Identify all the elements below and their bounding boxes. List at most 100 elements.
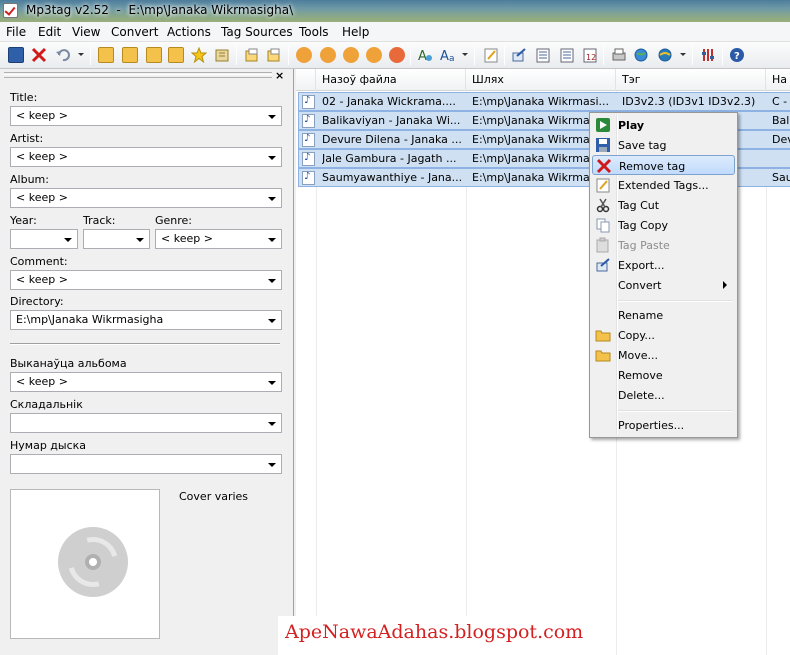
chevron-down-icon[interactable] <box>268 279 276 283</box>
favorite-folder-icon[interactable] <box>146 47 162 63</box>
column-path[interactable]: Шлях <box>466 69 616 91</box>
menu-item-properties[interactable]: Properties... <box>592 415 735 435</box>
chevron-down-icon[interactable] <box>268 197 276 201</box>
chevron-down-icon[interactable] <box>64 238 72 242</box>
close-panel-icon[interactable]: × <box>275 69 284 82</box>
cell-filename: 02 - Janaka Wickrama.... <box>322 95 456 108</box>
refresh-folder-icon[interactable] <box>168 47 184 63</box>
genre-field[interactable]: < keep > <box>155 229 282 249</box>
toolbar-separator <box>474 46 475 65</box>
menu-item-tag-cut[interactable]: Tag Cut <box>592 195 735 215</box>
title-label: Title: <box>10 91 38 104</box>
menu-item-remove-tag[interactable]: Remove tag <box>592 155 735 175</box>
header-icon-column[interactable] <box>296 69 316 91</box>
change-directory-icon[interactable] <box>98 47 114 63</box>
menu-view[interactable]: View <box>72 25 100 39</box>
save-icon[interactable] <box>8 47 24 63</box>
chevron-down-icon[interactable] <box>268 115 276 119</box>
menu-tools[interactable]: Tools <box>299 25 329 39</box>
cell-title: Sau <box>772 171 790 184</box>
list-header: Назоў файла Шлях Тэг На <box>296 69 790 91</box>
playlist-icon[interactable] <box>535 47 551 63</box>
folder-icon <box>595 330 611 342</box>
column-filename[interactable]: Назоў файла <box>316 69 466 91</box>
menu-edit[interactable]: Edit <box>38 25 61 39</box>
undo-dropdown-icon[interactable] <box>78 53 84 56</box>
chevron-down-icon[interactable] <box>268 156 276 160</box>
menu-tag-sources[interactable]: Tag Sources <box>221 25 293 39</box>
album-field[interactable]: < keep > <box>10 188 282 208</box>
options-icon[interactable] <box>700 47 716 63</box>
menu-item-move[interactable]: Move... <box>592 345 735 365</box>
menu-actions[interactable]: Actions <box>167 25 211 39</box>
menu-item-copy[interactable]: Copy... <box>592 325 735 345</box>
star-icon[interactable] <box>190 46 208 64</box>
undo-icon[interactable] <box>55 47 71 63</box>
remove-tag-icon[interactable] <box>31 47 47 63</box>
extended-tags-icon[interactable] <box>483 47 499 63</box>
tag-tag-icon[interactable] <box>366 47 382 63</box>
title-field[interactable]: < keep > <box>10 106 282 126</box>
audio-file-icon <box>302 133 315 147</box>
playlist-selected-icon[interactable] <box>559 47 575 63</box>
directory-field[interactable]: E:\mp\Janaka Wikrmasigha <box>10 310 282 330</box>
chevron-down-icon[interactable] <box>136 238 144 242</box>
autonumbering-icon[interactable]: A <box>417 47 433 64</box>
numbering-icon[interactable]: 12 <box>582 47 598 63</box>
freedb-icon[interactable] <box>657 47 673 63</box>
case-conversion-icon[interactable]: Aa <box>440 47 456 64</box>
copy-tag-icon[interactable] <box>244 47 260 63</box>
add-directory-icon[interactable] <box>122 47 138 63</box>
menu-item-extended-tags[interactable]: Extended Tags... <box>592 175 735 195</box>
filter-icon[interactable] <box>214 47 230 63</box>
composer-field[interactable] <box>10 413 282 433</box>
chevron-down-icon[interactable] <box>268 381 276 385</box>
app-icon <box>3 3 18 18</box>
track-field[interactable] <box>83 229 150 249</box>
menu-item-remove[interactable]: Remove <box>592 365 735 385</box>
web-sources-icon[interactable] <box>633 47 649 63</box>
album-artist-field[interactable]: < keep > <box>10 372 282 392</box>
tag-filename-icon[interactable] <box>296 47 312 63</box>
filename-tag-icon[interactable] <box>320 47 336 63</box>
svg-text:A: A <box>418 49 427 63</box>
disc-number-field[interactable] <box>10 454 282 474</box>
svg-text:A: A <box>440 49 449 63</box>
menu-convert[interactable]: Convert <box>111 25 158 39</box>
menu-item-convert[interactable]: Convert <box>592 275 735 295</box>
column-tag[interactable]: Тэг <box>616 69 766 91</box>
menu-item-delete[interactable]: Delete... <box>592 385 735 405</box>
context-menu: Play Save tag Remove tag Extended Tags..… <box>589 112 738 438</box>
panel-divider <box>10 343 280 345</box>
year-field[interactable] <box>10 229 78 249</box>
chevron-down-icon[interactable] <box>268 422 276 426</box>
menu-item-save-tag[interactable]: Save tag <box>592 135 735 155</box>
print-icon[interactable] <box>611 47 627 63</box>
web-sources-dropdown-icon[interactable] <box>680 53 686 56</box>
paste-tag-icon[interactable] <box>266 47 282 63</box>
scissors-icon <box>596 198 610 213</box>
artist-field[interactable]: < keep > <box>10 147 282 167</box>
column-title[interactable]: На <box>766 69 790 91</box>
chevron-down-icon[interactable] <box>268 319 276 323</box>
menu-file[interactable]: File <box>6 25 26 39</box>
menu-item-tag-copy[interactable]: Tag Copy <box>592 215 735 235</box>
panel-grip[interactable] <box>4 72 272 78</box>
menu-help[interactable]: Help <box>342 25 369 39</box>
menu-item-label: Export... <box>618 259 665 272</box>
audio-file-icon <box>302 95 315 109</box>
menu-item-rename[interactable]: Rename <box>592 305 735 325</box>
menu-item-play[interactable]: Play <box>592 115 735 135</box>
actions-icon[interactable] <box>389 47 405 63</box>
export-icon[interactable] <box>511 47 527 63</box>
cover-art[interactable] <box>10 489 160 639</box>
help-icon[interactable]: ? <box>729 47 745 63</box>
menu-item-export[interactable]: Export... <box>592 255 735 275</box>
table-row[interactable]: 02 - Janaka Wickrama.... E:\mp\Janaka Wi… <box>298 92 790 111</box>
menu-item-tag-paste[interactable]: Tag Paste <box>592 235 735 255</box>
chevron-down-icon[interactable] <box>268 463 276 467</box>
comment-field[interactable]: < keep > <box>10 270 282 290</box>
case-dropdown-icon[interactable] <box>462 53 468 56</box>
chevron-down-icon[interactable] <box>268 238 276 242</box>
text-file-tag-icon[interactable] <box>343 47 359 63</box>
